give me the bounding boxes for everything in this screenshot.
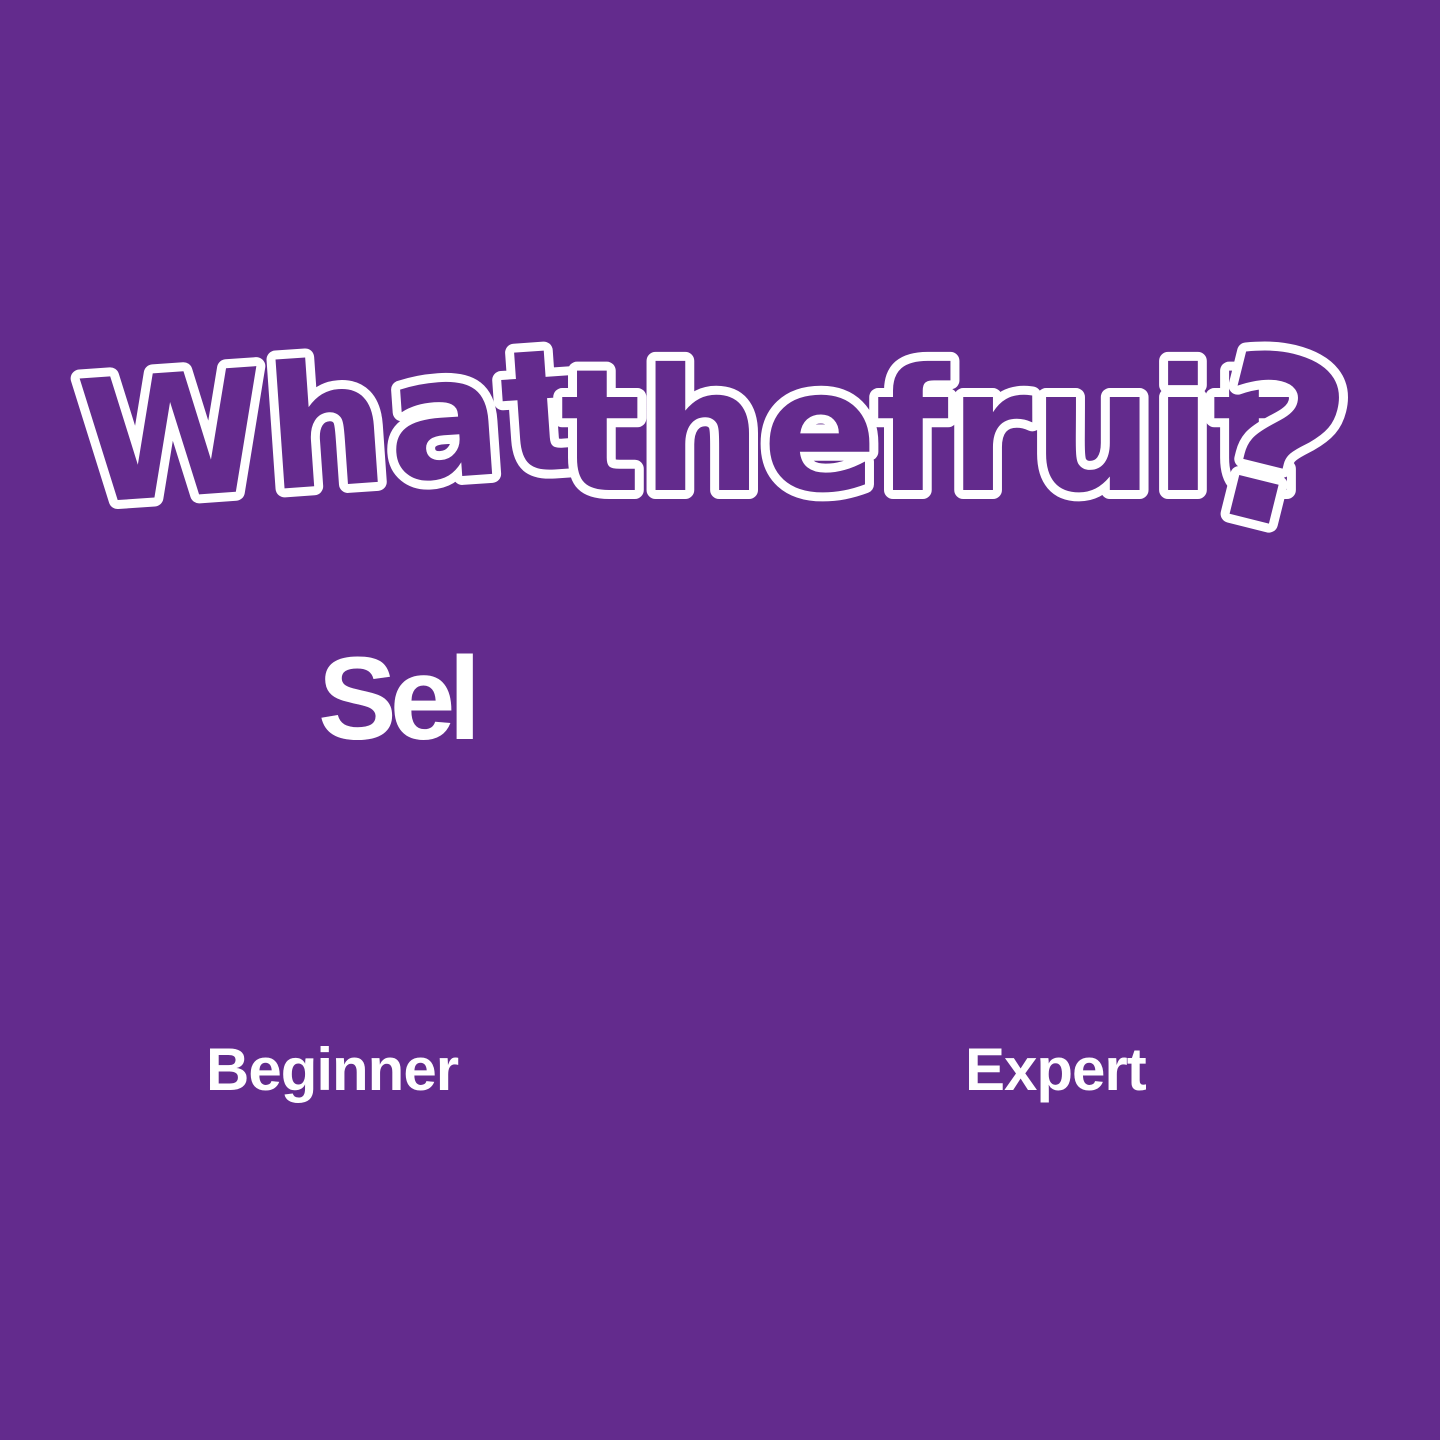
title-word-what: What: [72, 311, 589, 544]
game-title-logo: What the fruit ?: [60, 300, 1390, 580]
title-word-the: the: [560, 333, 878, 531]
expert-level-button[interactable]: Expert: [965, 1040, 1147, 1100]
beginner-level-button[interactable]: Beginner: [206, 1040, 459, 1100]
select-level-prompt: Sel: [318, 633, 481, 765]
game-start-screen: What the fruit ? Sel Beginner Expert: [0, 0, 1440, 1440]
